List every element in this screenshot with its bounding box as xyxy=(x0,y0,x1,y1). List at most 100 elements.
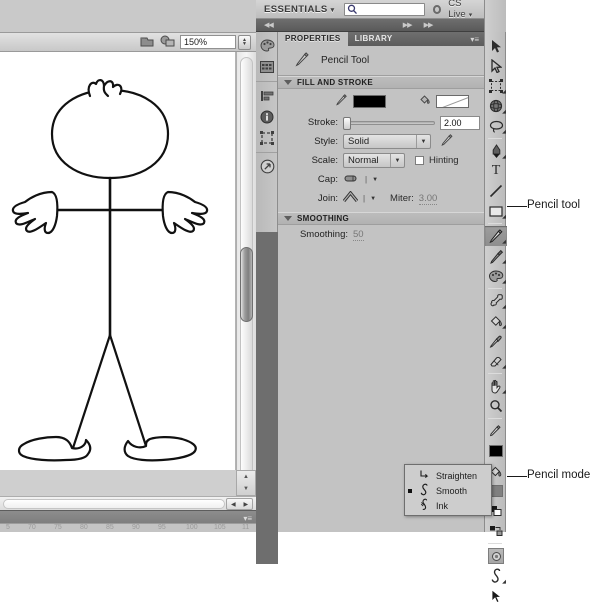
line-tool[interactable] xyxy=(485,181,507,201)
transform-panel-icon[interactable] xyxy=(256,127,278,148)
fill-color-swatch[interactable] xyxy=(436,94,469,108)
scroll-up-icon[interactable]: ▲ xyxy=(243,474,249,480)
tool-submenu-icon[interactable]: ◢ xyxy=(502,239,506,245)
stroke-width-input[interactable]: 2.00 xyxy=(440,115,480,130)
swatches-panel-icon[interactable] xyxy=(256,56,278,77)
collapse-right-icon-2[interactable]: ▶▶ xyxy=(424,21,434,29)
tool-submenu-icon[interactable]: ◢ xyxy=(502,214,506,220)
scroll-down-icon[interactable]: ▼ xyxy=(243,486,249,492)
deco-tool[interactable]: ◢ xyxy=(485,266,507,286)
collapse-right-icon-1[interactable]: ▶▶ xyxy=(403,21,413,29)
stage-vertical-scrollbar[interactable] xyxy=(236,52,256,496)
stroke-color-swatch[interactable] xyxy=(353,94,386,108)
panel-collapse-bar[interactable]: ◀◀ ▶▶ ▶▶ xyxy=(256,19,484,32)
selection-tool[interactable] xyxy=(485,36,507,56)
section-smoothing[interactable]: SMOOTHING xyxy=(278,212,484,225)
black-color-swatch[interactable] xyxy=(489,445,503,457)
tool-submenu-icon[interactable]: ◢ xyxy=(502,304,506,310)
scroll-right-icon[interactable]: ▶ xyxy=(243,501,248,508)
join-dropdown-icon[interactable]: ▼ xyxy=(370,196,376,202)
info-panel-icon[interactable] xyxy=(256,106,278,127)
collapse-left-icon[interactable]: ◀◀ xyxy=(264,21,274,29)
stage-canvas[interactable] xyxy=(0,52,236,470)
subselection-tool[interactable] xyxy=(485,56,507,76)
vertical-scroll-thumb[interactable] xyxy=(240,247,253,322)
pencil-mode-popup-menu[interactable]: Straighten Smooth Ink xyxy=(404,464,492,516)
scroll-left-icon[interactable]: ◀ xyxy=(231,501,236,508)
eyedropper-tool[interactable] xyxy=(485,331,507,351)
stage-horizontal-scrollbar[interactable]: ◀ ▶ xyxy=(0,496,256,510)
brush-tool[interactable]: ◢ xyxy=(485,246,507,266)
stroke-color-swatch-tool[interactable] xyxy=(485,441,507,461)
snap-to-objects-option[interactable] xyxy=(485,546,507,566)
tool-submenu-icon[interactable]: ◢ xyxy=(502,89,506,95)
tool-submenu-icon[interactable]: ◢ xyxy=(502,364,506,370)
tab-library[interactable]: LIBRARY xyxy=(348,32,400,46)
tool-submenu-icon[interactable]: ◢ xyxy=(502,579,506,585)
color-panel-icon[interactable] xyxy=(256,35,278,56)
chevron-down-icon[interactable]: ▼ xyxy=(390,154,404,167)
paint-bucket-tool[interactable]: ◢ xyxy=(485,311,507,331)
horizontal-scroll-buttons[interactable]: ◀ ▶ xyxy=(226,498,253,510)
tool-submenu-icon[interactable]: ◢ xyxy=(502,259,506,265)
edit-scene-icon[interactable] xyxy=(140,35,154,50)
three-d-rotation-tool[interactable]: ◢ xyxy=(485,96,507,116)
popup-item-ink[interactable]: Ink xyxy=(405,498,491,513)
tool-submenu-icon[interactable]: ◢ xyxy=(502,279,506,285)
stroke-scale-select[interactable]: Normal ▼ xyxy=(343,153,405,168)
timeline-menu-icon[interactable]: ▾≡ xyxy=(243,514,252,523)
slider-handle[interactable] xyxy=(343,116,351,130)
panel-menu-icon[interactable]: ▾≡ xyxy=(470,35,479,44)
tab-properties[interactable]: PROPERTIES xyxy=(278,32,348,46)
disclosure-triangle-icon[interactable] xyxy=(284,216,292,221)
application-bar: ESSENTIALS ▾ CS Live ▾ xyxy=(256,0,484,20)
section-fill-and-stroke[interactable]: FILL AND STROKE xyxy=(278,76,484,89)
hinting-checkbox[interactable] xyxy=(415,156,424,165)
search-input[interactable] xyxy=(343,2,425,16)
cap-style-icon[interactable] xyxy=(343,173,360,187)
rectangle-tool[interactable]: ◢ xyxy=(485,201,507,221)
tool-submenu-icon[interactable]: ◢ xyxy=(502,389,506,395)
pencil-tool[interactable]: ◢ xyxy=(485,226,507,246)
chevron-down-icon[interactable]: ▼ xyxy=(416,135,430,148)
free-transform-tool[interactable]: ◢ xyxy=(485,76,507,96)
eraser-tool[interactable]: ◢ xyxy=(485,351,507,371)
stroke-style-select[interactable]: Solid ▼ xyxy=(343,134,431,149)
horizontal-scroll-thumb[interactable] xyxy=(3,499,225,509)
cs-live-status-icon[interactable] xyxy=(432,4,442,14)
stroke-width-slider[interactable] xyxy=(343,116,435,130)
properties-panel: PROPERTIES LIBRARY ▾≡ Pencil Tool FILL A… xyxy=(278,32,484,532)
option-button-frame[interactable] xyxy=(488,548,504,564)
stroke-color-tool[interactable] xyxy=(485,421,507,441)
tool-submenu-icon[interactable]: ◢ xyxy=(502,324,506,330)
cap-dropdown-icon[interactable]: ▼ xyxy=(372,177,378,183)
share-panel-icon[interactable] xyxy=(256,156,278,177)
workspace-switcher[interactable]: ESSENTIALS ▾ xyxy=(264,4,335,15)
vertical-scroll-buttons[interactable]: ▲ ▼ xyxy=(236,470,256,496)
pen-tool[interactable]: ◢ xyxy=(485,141,507,161)
timeline-panel[interactable]: ▾≡ 5 70 75 80 85 90 95 100 105 11 xyxy=(0,510,256,532)
tool-submenu-icon[interactable]: ◢ xyxy=(502,154,506,160)
miter-value[interactable]: 3.00 xyxy=(418,193,438,205)
text-tool[interactable]: T xyxy=(485,161,507,181)
swap-colors-button[interactable] xyxy=(485,521,507,541)
zoom-stepper[interactable]: ▲ ▼ xyxy=(238,34,251,50)
pencil-mode-option[interactable]: ◢ xyxy=(485,566,507,586)
join-style-icon[interactable] xyxy=(342,190,359,206)
cs-live-menu[interactable]: CS Live ▾ xyxy=(448,0,484,20)
tool-submenu-icon[interactable]: ◢ xyxy=(502,109,506,115)
zoom-level-input[interactable]: 150% xyxy=(180,35,236,49)
lasso-tool[interactable]: ◢ xyxy=(485,116,507,136)
popup-item-straighten[interactable]: Straighten xyxy=(405,468,491,483)
ruler-tick: 5 xyxy=(6,524,10,531)
bone-tool[interactable]: ◢ xyxy=(485,291,507,311)
popup-item-smooth[interactable]: Smooth xyxy=(405,483,491,498)
edit-stroke-style-icon[interactable] xyxy=(440,133,454,150)
edit-symbols-icon[interactable] xyxy=(160,35,175,50)
disclosure-triangle-icon[interactable] xyxy=(284,80,292,85)
zoom-tool[interactable] xyxy=(485,396,507,416)
align-panel-icon[interactable] xyxy=(256,85,278,106)
tool-submenu-icon[interactable]: ◢ xyxy=(502,129,506,135)
smoothing-value[interactable]: 50 xyxy=(353,229,364,241)
hand-tool[interactable]: ◢ xyxy=(485,376,507,396)
